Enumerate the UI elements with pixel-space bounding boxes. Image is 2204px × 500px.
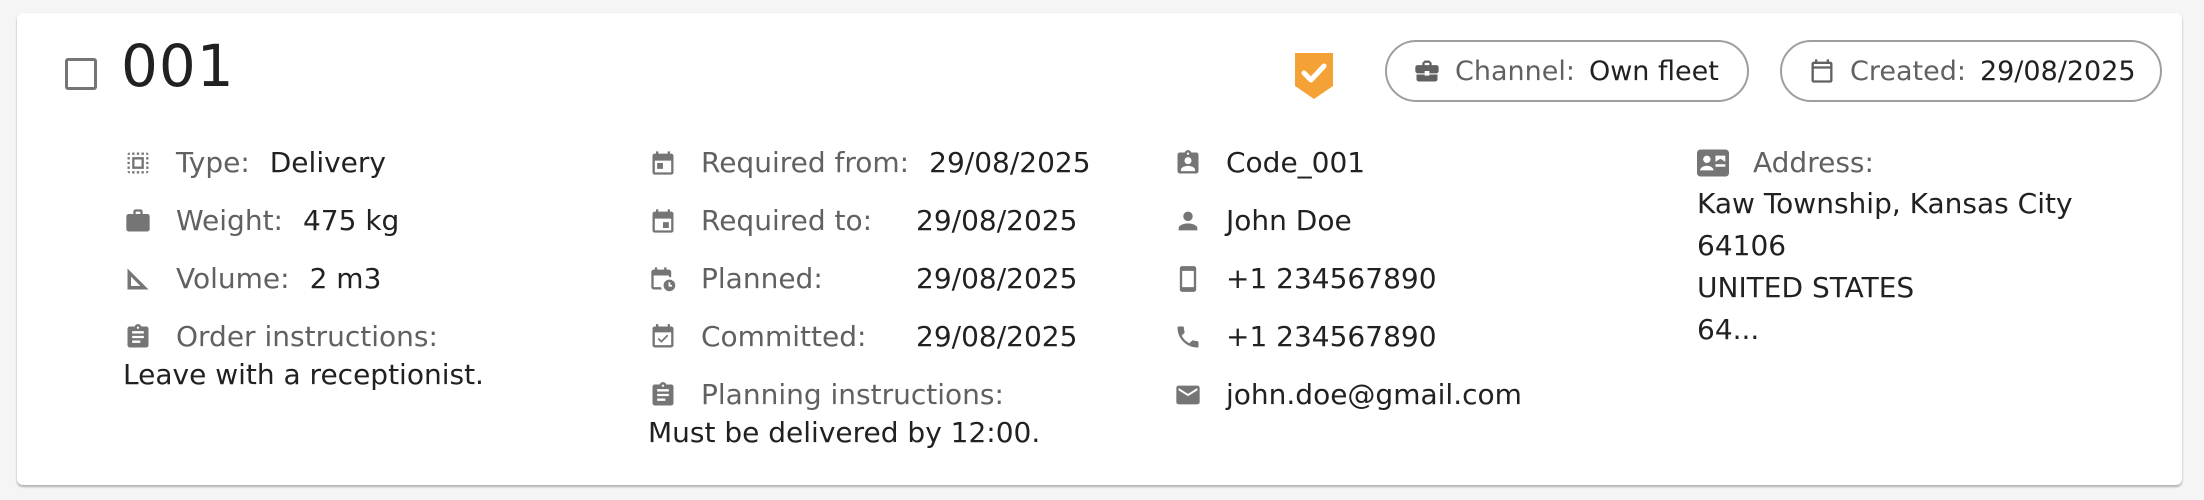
order-card: 001 Channel: Own fleet Created: 29/08/20… [17,13,2182,485]
required-from-label: Required from: [701,146,910,179]
weight-label: Weight: [176,204,283,237]
required-to-value: 29/08/2025 [916,204,1078,237]
channel-label: Channel: [1455,55,1575,87]
planning-instructions-label: Planning instructions: [701,378,1004,411]
briefcase-icon [1415,60,1439,82]
person-icon [1178,211,1198,231]
planned-row: Planned: 29/08/2025 [649,262,1077,295]
contact-mobile[interactable]: +1 234567890 [1226,265,1437,293]
created-value: 29/08/2025 [1979,55,2136,87]
weight-row: Weight: 475 kg [124,207,399,235]
committed-label: Committed: [701,320,867,353]
type-row: Type: Delivery [124,149,386,177]
clipboard-icon [127,324,149,348]
order-instructions-label: Order instructions: [176,320,438,353]
created-chip[interactable]: Created: 29/08/2025 [1780,40,2162,102]
verified-badge-icon [1295,53,1333,99]
name-row: John Doe [1174,207,1352,235]
contact-mail-icon [1697,149,1729,177]
address-label: Address: [1753,146,1874,179]
calendar-clock-icon [651,267,676,292]
order-number: 001 [121,32,235,100]
address-line-1: Kaw Township, Kansas City [1697,187,2073,220]
type-value: Delivery [269,146,386,179]
address-line-4: 64... [1697,313,1760,346]
volume-row: Volume: 2 m3 [124,265,381,293]
mail-icon [1176,385,1200,405]
work-bag-icon [126,209,150,232]
contact-code: Code_001 [1226,146,1366,179]
smartphone-icon [1179,266,1197,292]
required-to-label: Required to: [701,204,873,237]
set-square-icon [127,268,149,290]
contact-email[interactable]: john.doe@gmail.com [1226,381,1522,409]
clipboard-icon [652,382,674,406]
phone-icon [1177,326,1199,348]
volume-value: 2 m3 [309,262,382,295]
planned-value: 29/08/2025 [916,262,1078,295]
contact-name: John Doe [1226,204,1352,237]
planning-instructions-value: Must be delivered by 12:00. [648,416,1041,449]
phone-row: +1 234567890 [1174,323,1437,351]
channel-value: Own fleet [1588,55,1719,87]
code-row: Code_001 [1174,149,1365,177]
required-from-row: Required from: 29/08/2025 [649,149,1091,177]
planning-instructions-row: Planning instructions: [649,381,1004,409]
contact-badge-icon [1177,150,1199,174]
weight-value: 475 kg [302,204,400,237]
address-row: Address: [1697,149,1874,177]
contact-phone[interactable]: +1 234567890 [1226,323,1437,351]
address-line-2: 64106 [1697,229,1787,262]
committed-value: 29/08/2025 [916,320,1078,353]
event-icon [652,151,674,175]
created-label: Created: [1850,55,1966,87]
committed-row: Committed: 29/08/2025 [649,320,1077,353]
order-instructions-row: Order instructions: [124,323,438,351]
address-line-3: UNITED STATES [1697,271,1915,304]
event-available-icon [652,324,674,348]
type-label: Type: [176,146,250,179]
required-to-row: Required to: 29/08/2025 [649,204,1077,237]
order-instructions-value: Leave with a receptionist. [123,358,484,391]
channel-chip[interactable]: Channel: Own fleet [1385,40,1749,102]
layers-icon [127,152,149,174]
event-end-icon [652,209,674,233]
planned-label: Planned: [701,262,823,295]
volume-label: Volume: [176,262,290,295]
select-checkbox[interactable] [65,58,97,90]
calendar-icon [1811,59,1833,83]
required-from-value: 29/08/2025 [929,146,1091,179]
mobile-row: +1 234567890 [1174,265,1437,293]
email-row: john.doe@gmail.com [1174,381,1522,409]
